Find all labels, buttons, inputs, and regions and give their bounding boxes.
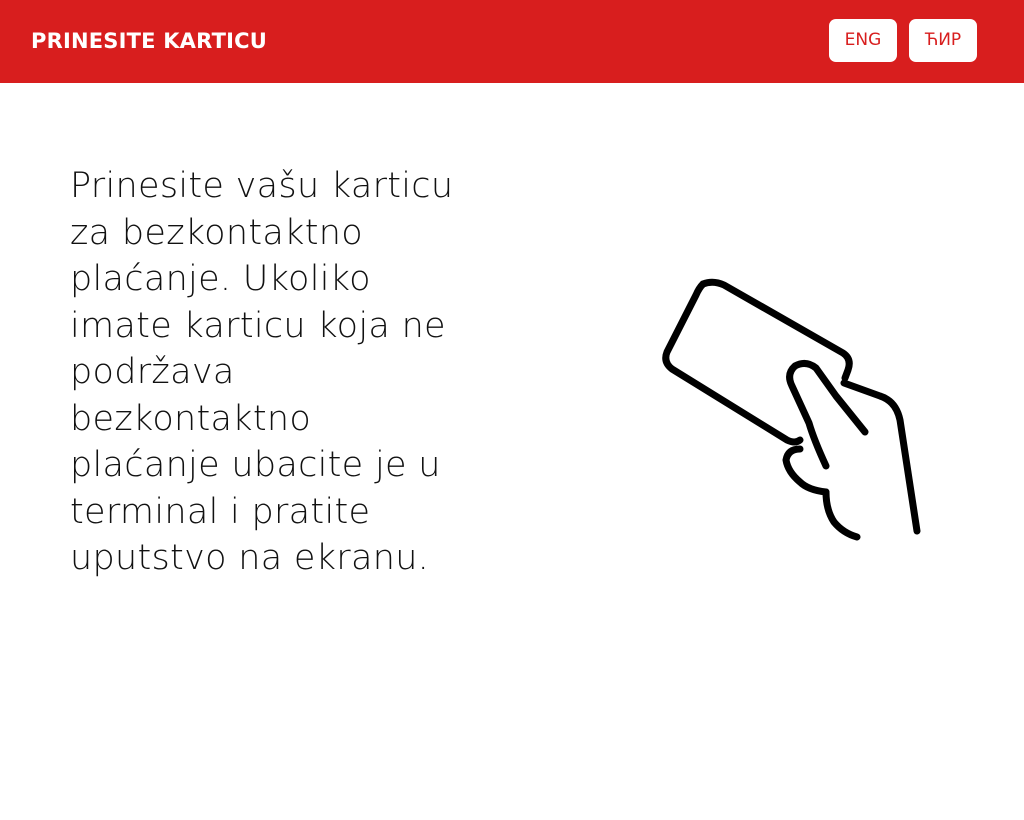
language-cyrillic-button[interactable]: ЋИР <box>909 19 977 62</box>
instruction-line: uputstvo na ekranu. <box>70 538 430 578</box>
instruction-line: plaćanje ubacite je u <box>70 445 441 485</box>
instruction-line: za bezkontaktno <box>70 212 363 253</box>
instruction-line: Prinesite vašu karticu <box>70 166 454 206</box>
instruction-text: Prinesite vašu karticu za bezkontaktno p… <box>70 163 490 582</box>
header-bar: PRINESITE KARTICU ENG ЋИР <box>0 0 1024 83</box>
instruction-line: podržava <box>70 352 235 392</box>
instruction-line: imate karticu koja ne <box>70 305 446 346</box>
instruction-line: bezkontaktno <box>70 398 312 439</box>
language-english-button[interactable]: ENG <box>829 19 897 62</box>
page-title: PRINESITE KARTICU <box>31 29 267 53</box>
instruction-line: terminal i pratite <box>70 491 371 532</box>
instruction-line: plaćanje. Ukoliko <box>70 259 371 299</box>
hand-holding-card-icon <box>645 270 940 555</box>
